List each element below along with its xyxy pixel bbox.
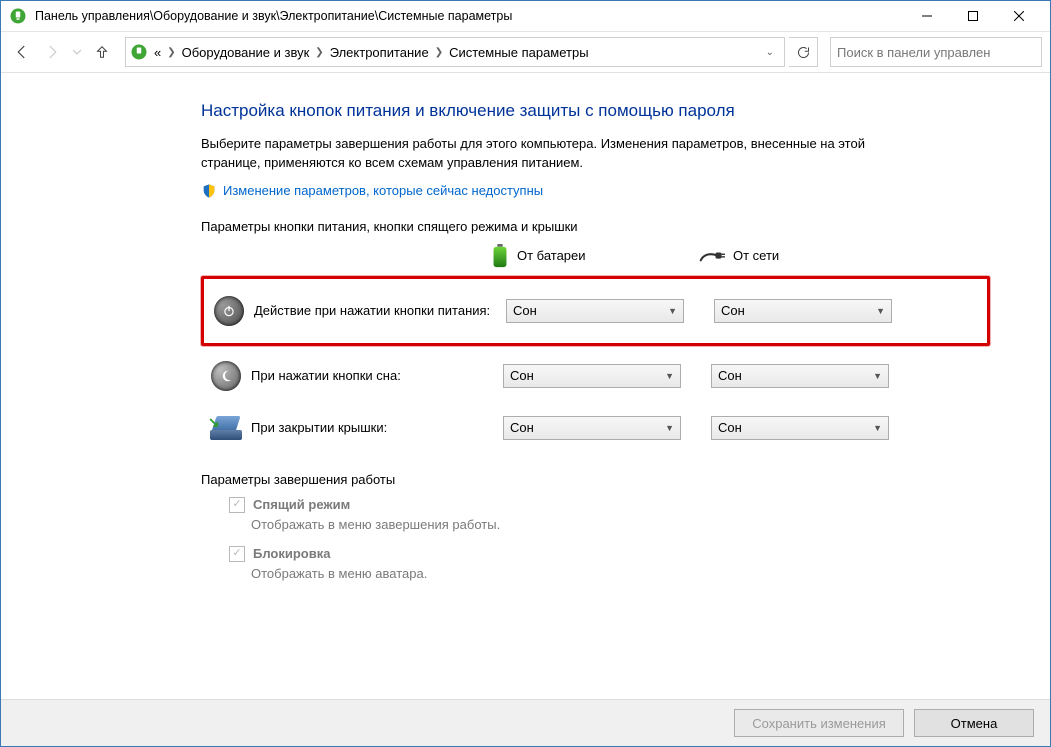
admin-link-text[interactable]: Изменение параметров, которые сейчас нед… <box>223 183 543 198</box>
footer-bar: Сохранить изменения Отмена <box>1 699 1050 746</box>
recent-locations-button[interactable] <box>69 39 85 65</box>
cancel-button[interactable]: Отмена <box>914 709 1034 737</box>
breadcrumb[interactable]: « ❯ Оборудование и звук ❯ Электропитание… <box>125 37 785 67</box>
power-icon <box>214 296 244 326</box>
window-title: Панель управления\Оборудование и звук\Эл… <box>35 9 904 23</box>
setting-label: При нажатии кнопки сна: <box>251 368 503 383</box>
column-battery: От батареи <box>491 244 681 268</box>
moon-icon <box>211 361 241 391</box>
setting-row-sleep-button: При нажатии кнопки сна: Сон▼ Сон▼ <box>201 350 990 402</box>
breadcrumb-ellipsis[interactable]: « <box>152 43 163 62</box>
chevron-right-icon[interactable]: ❯ <box>311 47 327 58</box>
back-button[interactable] <box>9 39 35 65</box>
battery-icon <box>491 244 509 268</box>
chevron-down-icon: ▼ <box>665 371 674 381</box>
chevron-down-icon: ▼ <box>873 423 882 433</box>
chevron-down-icon: ▼ <box>876 306 885 316</box>
close-button[interactable] <box>996 1 1042 31</box>
search-placeholder: Поиск в панели управлен <box>837 45 990 60</box>
sleep-button-battery-select[interactable]: Сон▼ <box>503 364 681 388</box>
sleep-checkbox-label: Спящий режим <box>253 497 350 512</box>
chevron-right-icon[interactable]: ❯ <box>431 47 447 58</box>
setting-label: Действие при нажатии кнопки питания: <box>254 303 506 318</box>
setting-label: При закрытии крышки: <box>251 420 503 435</box>
minimize-button[interactable] <box>904 1 950 31</box>
save-button[interactable]: Сохранить изменения <box>734 709 904 737</box>
laptop-lid-icon: ↘ <box>210 416 242 440</box>
up-button[interactable] <box>89 39 115 65</box>
chevron-down-icon: ▼ <box>665 423 674 433</box>
page-description: Выберите параметры завершения работы для… <box>201 135 921 173</box>
highlighted-row: Действие при нажатии кнопки питания: Сон… <box>201 276 990 346</box>
page-title: Настройка кнопок питания и включение защ… <box>201 101 990 121</box>
chevron-right-icon[interactable]: ❯ <box>163 47 179 58</box>
chevron-down-icon: ▼ <box>668 306 677 316</box>
maximize-button[interactable] <box>950 1 996 31</box>
shutdown-option-sleep: ✓ Спящий режим Отображать в меню заверше… <box>229 497 990 532</box>
lock-checkbox[interactable]: ✓ <box>229 546 245 562</box>
admin-elevation-link[interactable]: Изменение параметров, которые сейчас нед… <box>201 183 990 199</box>
sleep-button-ac-select[interactable]: Сон▼ <box>711 364 889 388</box>
titlebar: Панель управления\Оборудование и звук\Эл… <box>1 1 1050 32</box>
section-buttons-label: Параметры кнопки питания, кнопки спящего… <box>201 219 990 234</box>
shutdown-settings-section: Параметры завершения работы ✓ Спящий реж… <box>201 472 990 581</box>
lock-checkbox-label: Блокировка <box>253 546 330 561</box>
column-ac: От сети <box>699 244 889 268</box>
refresh-button[interactable] <box>789 37 818 67</box>
shield-icon <box>201 183 217 199</box>
forward-button[interactable] <box>39 39 65 65</box>
content-area: Настройка кнопок питания и включение защ… <box>1 73 1050 699</box>
navigation-toolbar: « ❯ Оборудование и звук ❯ Электропитание… <box>1 32 1050 73</box>
sleep-checkbox-description: Отображать в меню завершения работы. <box>251 517 990 532</box>
breadcrumb-segment[interactable]: Системные параметры <box>447 43 590 62</box>
lid-battery-select[interactable]: Сон▼ <box>503 416 681 440</box>
window-frame: Панель управления\Оборудование и звук\Эл… <box>0 0 1051 747</box>
chevron-down-icon: ▼ <box>873 371 882 381</box>
lid-ac-select[interactable]: Сон▼ <box>711 416 889 440</box>
breadcrumb-segment[interactable]: Электропитание <box>328 43 431 62</box>
shutdown-option-lock: ✓ Блокировка Отображать в меню аватара. <box>229 546 990 581</box>
setting-row-lid-close: ↘ При закрытии крышки: Сон▼ Сон▼ <box>201 402 990 454</box>
power-plug-icon <box>699 247 725 265</box>
breadcrumb-dropdown[interactable]: ⌄ <box>760 47 780 58</box>
search-input[interactable]: Поиск в панели управлен <box>830 37 1042 67</box>
sleep-checkbox[interactable]: ✓ <box>229 497 245 513</box>
lock-checkbox-description: Отображать в меню аватара. <box>251 566 990 581</box>
column-headers: От батареи От сети <box>491 244 990 268</box>
setting-row-power-button: Действие при нажатии кнопки питания: Сон… <box>204 285 987 337</box>
control-panel-icon <box>9 7 27 25</box>
power-button-ac-select[interactable]: Сон▼ <box>714 299 892 323</box>
control-panel-icon <box>130 43 148 61</box>
section-shutdown-label: Параметры завершения работы <box>201 472 990 487</box>
breadcrumb-segment[interactable]: Оборудование и звук <box>180 43 312 62</box>
power-button-battery-select[interactable]: Сон▼ <box>506 299 684 323</box>
